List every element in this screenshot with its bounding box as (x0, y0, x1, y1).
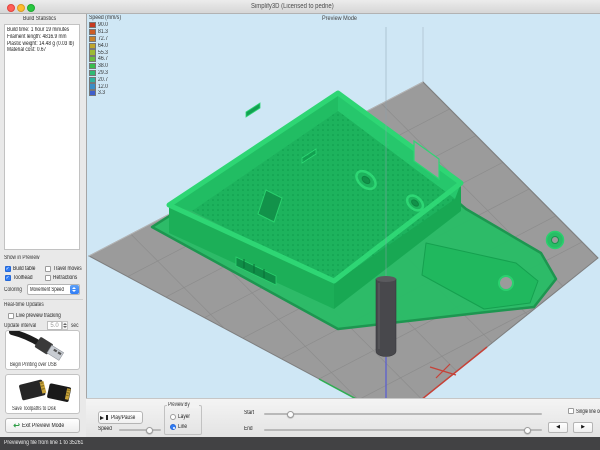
end-label: End (244, 426, 255, 432)
retractions-checkbox[interactable] (45, 275, 51, 281)
status-text: Previewing file from line 1 to 35261 (4, 437, 97, 450)
stat-filament-length: Filament length: 4816.9 mm (7, 34, 77, 41)
window-title: Simplify3D (Licensed to pedne) (0, 0, 600, 13)
3d-viewport[interactable]: Preview Mode Speed (mm/s) 90.0 81.3 72.7… (86, 13, 600, 398)
toolhead-label: Toolhead (13, 275, 45, 281)
begin-printing-usb-button[interactable]: Begin Printing over USB (5, 330, 80, 370)
legend-value: 38.0 (98, 63, 110, 69)
dropdown-arrows-icon (70, 285, 79, 294)
start-label: Start (244, 410, 257, 416)
end-slider-track[interactable] (264, 429, 542, 431)
exit-button-label: Exit Preview Mode (22, 423, 72, 429)
speed-slider-track[interactable] (119, 429, 161, 431)
usb-plug-icon (6, 331, 79, 361)
sd-cards-icon (6, 375, 79, 405)
legend-value: 55.3 (98, 50, 110, 56)
legend-value: 46.7 (98, 56, 110, 62)
legend-swatch (89, 63, 96, 69)
coloring-value: Movement Speed (28, 287, 70, 293)
speed-slider-thumb[interactable] (146, 427, 153, 434)
legend-value: 90.0 (98, 22, 110, 28)
legend-swatch (89, 90, 96, 96)
preview-by-layer-radio[interactable] (170, 414, 176, 420)
preview-sidebar: Build Statistics Build time: 1 hour 19 m… (0, 13, 87, 437)
check-icon: ✓ (6, 276, 10, 281)
disk-button-caption: Save Toolpaths to Disk (6, 406, 79, 412)
legend-swatch (89, 70, 96, 76)
travel-moves-label: Travel moves (53, 266, 85, 272)
legend-value: 29.3 (98, 70, 110, 76)
status-bar: Previewing file from line 1 to 35261 (0, 437, 600, 450)
usb-button-caption: Begin Printing over USB (6, 362, 79, 368)
single-line-checkbox[interactable] (568, 408, 574, 414)
toolhead-checkbox[interactable]: ✓ (5, 275, 11, 281)
legend-swatch (89, 22, 96, 28)
retractions-label: Retractions (53, 275, 85, 281)
play-pause-button[interactable]: Play/Pause (98, 411, 143, 424)
legend-swatch (89, 49, 96, 55)
update-interval-unit: sec (71, 323, 80, 329)
end-slider-thumb[interactable] (524, 427, 531, 434)
preview-mode-label: Preview Mode (86, 15, 600, 22)
stat-material-cost: Material cost: 0.67 (7, 47, 77, 54)
playback-bar: Play/Pause Speed Preview By Layer Line S… (86, 398, 600, 437)
3d-scene (86, 13, 600, 398)
preview-by-title: Preview By (167, 402, 199, 408)
build-table-checkbox[interactable]: ✓ (5, 266, 11, 272)
legend-value: 20.7 (98, 77, 110, 83)
exit-preview-mode-button[interactable]: ↩ Exit Preview Mode (5, 418, 80, 433)
prev-icon: ◀ (556, 424, 560, 430)
start-slider-thumb[interactable] (287, 411, 294, 418)
coloring-dropdown[interactable]: Movement Speed (27, 284, 80, 295)
stat-plastic-weight: Plastic weight: 14.48 g (0.03 lb) (7, 41, 77, 48)
legend-value: 72.7 (98, 36, 110, 42)
layer-radio-label: Layer (178, 414, 193, 420)
start-slider-track[interactable] (264, 413, 542, 415)
realtime-updates-title: Real-time Updates (4, 302, 54, 308)
step-forward-button[interactable]: ▶ (573, 422, 593, 433)
update-interval-input[interactable]: 5.0 (47, 321, 62, 330)
step-back-button[interactable]: ◀ (548, 422, 568, 433)
live-preview-tracking-checkbox[interactable] (8, 313, 14, 319)
line-radio-label: Line (178, 424, 189, 430)
preview-by-group: Preview By Layer Line (164, 405, 202, 435)
speed-label: Speed (98, 426, 115, 432)
pause-icon (106, 415, 108, 420)
save-toolpaths-disk-button[interactable]: Save Toolpaths to Disk (5, 374, 80, 414)
update-interval-label: Update interval (4, 323, 44, 329)
legend-swatch (89, 83, 96, 89)
legend-value: 3.3 (98, 90, 106, 96)
next-icon: ▶ (581, 424, 585, 430)
check-icon: ✓ (6, 267, 10, 272)
legend-swatch (89, 36, 96, 42)
play-icon (100, 416, 104, 420)
legend-swatch (89, 29, 96, 35)
single-line-label: Single line on (576, 409, 600, 415)
legend-swatch (89, 43, 96, 49)
build-statistics-title: Build Statistics (0, 16, 86, 22)
divider (3, 299, 83, 300)
legend-swatch (89, 77, 96, 83)
show-in-preview-title: Show in Preview (4, 255, 48, 261)
live-preview-tracking-label: Live preview tracking (16, 313, 72, 319)
play-pause-label: Play/Pause (111, 415, 141, 421)
stat-build-time: Build time: 1 hour 19 minutes (7, 27, 77, 34)
legend-value: 81.3 (98, 29, 110, 35)
speed-legend: Speed (mm/s) 90.0 81.3 72.7 64.0 55.3 46… (89, 15, 127, 97)
update-interval-stepper[interactable] (62, 321, 68, 330)
coloring-label: Coloring (4, 287, 26, 293)
preview-by-line-radio[interactable] (170, 424, 176, 430)
legend-title: Speed (mm/s) (89, 15, 127, 21)
title-bar: Simplify3D (Licensed to pedne) (0, 0, 600, 14)
build-table-label: Build table (13, 266, 45, 272)
legend-value: 12.0 (98, 84, 110, 90)
exit-arrow-icon: ↩ (13, 422, 20, 430)
legend-value: 64.0 (98, 43, 110, 49)
legend-swatch (89, 56, 96, 62)
build-statistics-box: Build time: 1 hour 19 minutes Filament l… (4, 24, 80, 250)
travel-moves-checkbox[interactable] (45, 266, 51, 272)
